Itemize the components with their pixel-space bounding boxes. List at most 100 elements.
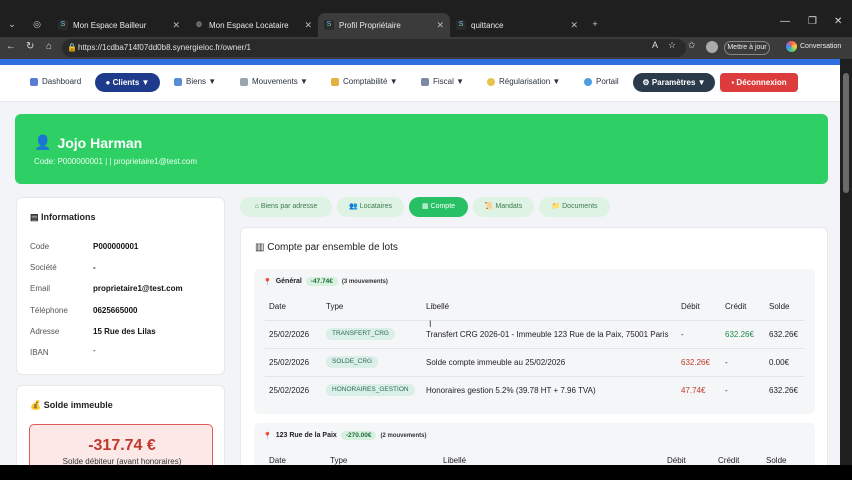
cell-type-badge: SOLDE_CRG xyxy=(326,356,379,368)
nav-regularisation[interactable]: Régularisation ▼ xyxy=(487,77,560,86)
chip-documents[interactable]: 📁 Documents xyxy=(539,197,610,217)
cell-debit: - xyxy=(681,330,684,339)
cell-libelle: Solde compte immeuble au 25/02/2026 xyxy=(426,358,566,367)
nav-clients[interactable]: ● Clients ▼ xyxy=(95,73,160,92)
row-divider xyxy=(265,320,805,321)
group-badge: -47.74€ xyxy=(305,277,338,286)
profile-avatar-icon[interactable] xyxy=(706,41,718,53)
col-date: Date xyxy=(269,302,286,311)
tab-quittance[interactable]: S quittance ✕ xyxy=(450,13,584,37)
user-icon: 👤 xyxy=(34,134,52,150)
copilot-icon xyxy=(786,41,797,52)
col-libelle: Libellé xyxy=(443,456,467,465)
nav-mouvements[interactable]: Mouvements ▼ xyxy=(240,77,308,86)
col-debit: Débit xyxy=(681,302,700,311)
col-credit: Crédit xyxy=(725,302,747,311)
cell-type-badge: TRANSFERT_CRG xyxy=(326,328,395,340)
tax-icon xyxy=(421,77,429,86)
info-label-email: Email xyxy=(30,284,51,293)
info-value-societe: - xyxy=(93,263,96,272)
nav-parametres[interactable]: ⚙ Paramètres ▼ xyxy=(633,73,715,92)
cell-credit: - xyxy=(725,386,728,395)
s-favicon-icon: S xyxy=(58,20,68,30)
info-value-email: proprietaire1@test.com xyxy=(93,284,183,293)
tab-profil-proprietaire[interactable]: S Profil Propriétaire ✕ xyxy=(318,13,450,37)
close-window-icon[interactable]: ✕ xyxy=(834,16,842,27)
page-content: Dashboard ● Clients ▼ Biens ▼ Mouvements… xyxy=(0,59,840,465)
col-solde: Solde xyxy=(769,302,790,311)
app-navbar: Dashboard ● Clients ▼ Biens ▼ Mouvements… xyxy=(0,65,840,102)
owner-name: 👤 Jojo Harman xyxy=(34,134,143,151)
close-tab-icon[interactable]: ✕ xyxy=(172,20,180,31)
group-header: 📍 123 Rue de la Paix -270.00€ (2 mouveme… xyxy=(263,431,427,440)
chip-biens-par-adresse[interactable]: ⌂ Biens par adresse xyxy=(240,197,332,217)
scrollbar-thumb[interactable] xyxy=(843,73,849,193)
cell-libelle: Honoraires gestion 5.2% (39.78 HT + 7.96… xyxy=(426,386,596,395)
close-tab-icon[interactable]: ✕ xyxy=(570,20,578,31)
page-scrollbar[interactable] xyxy=(840,59,852,465)
tab-list-icon[interactable]: ⌄ xyxy=(5,17,19,31)
nav-portail[interactable]: Portail xyxy=(584,77,619,86)
collections-icon[interactable]: ✩ xyxy=(688,40,696,51)
info-value-code: P000000001 xyxy=(93,242,139,251)
close-tab-icon[interactable]: ✕ xyxy=(436,20,444,31)
bottom-bar xyxy=(0,465,852,480)
col-libelle: Libellé xyxy=(426,302,450,311)
group-count: (2 mouvements) xyxy=(380,432,427,439)
col-type: Type xyxy=(326,302,344,311)
chart-icon: ▥ xyxy=(255,242,265,253)
read-aloud-icon[interactable]: A xyxy=(652,40,658,50)
s-favicon-icon: S xyxy=(456,20,466,30)
row-divider xyxy=(265,348,805,349)
money-bag-icon: 💰 xyxy=(30,400,42,410)
nav-biens[interactable]: Biens ▼ xyxy=(174,77,216,86)
favorite-icon[interactable]: ☆ xyxy=(668,40,676,51)
pin-icon: 📍 xyxy=(263,432,272,440)
cell-date: 25/02/2026 xyxy=(269,330,310,339)
update-button[interactable]: Mettre à jour xyxy=(724,41,770,55)
ledger-icon xyxy=(331,77,339,86)
solde-title: 💰 Solde immeuble xyxy=(30,400,113,410)
logout-button[interactable]: ▪ Déconnexion xyxy=(720,73,798,92)
url-input[interactable]: 🔒 https://1cdba714f07dd0b8.synergieloc.f… xyxy=(62,39,686,57)
info-value-adresse: 15 Rue des Lilas xyxy=(93,327,156,336)
home-icon[interactable]: ⌂ xyxy=(46,41,52,52)
list-icon xyxy=(240,77,248,86)
reload-icon[interactable]: ↻ xyxy=(26,41,34,52)
cell-debit: 47.74€ xyxy=(681,386,706,395)
owner-header: 👤 Jojo Harman Code: P000000001 | | propr… xyxy=(15,114,828,184)
compte-title: ▥ Compte par ensemble de lots xyxy=(255,242,398,253)
house-icon: ⌂ xyxy=(254,203,259,210)
cell-solde: 632.26€ xyxy=(769,386,798,395)
nav-dashboard[interactable]: Dashboard xyxy=(30,77,81,86)
maximize-icon[interactable]: ❐ xyxy=(808,16,817,27)
nav-fiscal[interactable]: Fiscal ▼ xyxy=(421,77,464,86)
info-label-telephone: Téléphone xyxy=(30,306,68,315)
info-title: ▤ Informations xyxy=(30,212,96,222)
new-tab-icon[interactable]: + xyxy=(588,17,602,31)
row-divider xyxy=(265,376,805,377)
cell-date: 25/02/2026 xyxy=(269,386,310,395)
tab-mon-espace-locataire[interactable]: ◍ Mon Espace Locataire ✕ xyxy=(188,13,318,37)
minimize-icon[interactable]: — xyxy=(780,16,790,27)
nav-comptabilite[interactable]: Comptabilité ▼ xyxy=(331,77,398,86)
chip-locataires[interactable]: 👥 Locataires xyxy=(337,197,404,217)
info-label-adresse: Adresse xyxy=(30,327,60,336)
close-tab-icon[interactable]: ✕ xyxy=(304,20,312,31)
globe-icon xyxy=(584,77,592,86)
pin-icon: 📍 xyxy=(263,278,272,286)
globe-favicon-icon: ◍ xyxy=(195,21,203,28)
chart-icon xyxy=(30,77,38,86)
user-icon: ● xyxy=(105,78,111,87)
workspace-icon[interactable]: ◎ xyxy=(30,17,44,31)
chip-compte[interactable]: ▦ Compte xyxy=(409,197,468,217)
col-type: Type xyxy=(330,456,348,465)
chip-mandats[interactable]: 📜 Mandats xyxy=(473,197,534,217)
group-badge: -270.00€ xyxy=(340,431,377,440)
conversation-button[interactable]: Conversation xyxy=(786,41,841,52)
sun-icon xyxy=(487,77,495,86)
back-icon[interactable]: ← xyxy=(6,41,16,52)
tab-mon-espace-bailleur[interactable]: S Mon Espace Bailleur ✕ xyxy=(52,13,186,37)
col-date: Date xyxy=(269,456,286,465)
solde-amount-box: -317.74 € Solde débiteur (avant honorair… xyxy=(29,424,213,465)
